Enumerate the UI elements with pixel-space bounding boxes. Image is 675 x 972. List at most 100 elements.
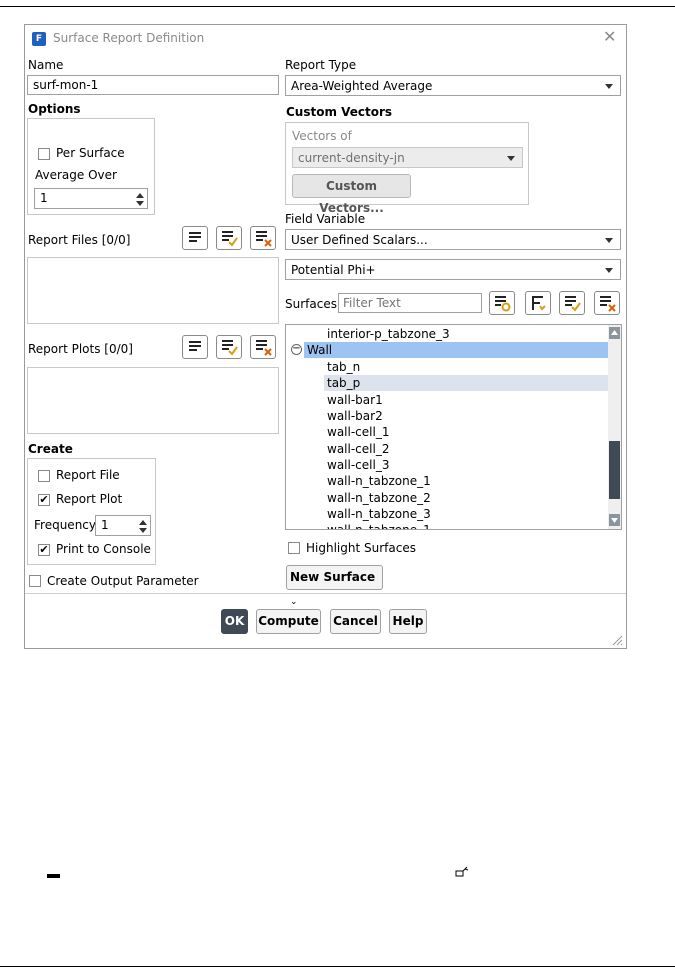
tree-item[interactable]: tab_n	[327, 359, 360, 375]
report-plots-list[interactable]	[27, 367, 279, 434]
new-surface-button[interactable]: New Surface ⌄	[286, 565, 383, 607]
report-plots-select-all-button[interactable]	[216, 335, 242, 359]
resize-grip-icon[interactable]	[611, 634, 623, 646]
surfaces-tree[interactable]: interior-p_tabzone_3 − Wall tab_n tab_p …	[285, 324, 622, 530]
tree-item[interactable]: wall-bar1	[327, 392, 383, 408]
tree-item[interactable]: wall-cell_2	[327, 441, 389, 457]
highlight-surfaces-checkbox[interactable]	[288, 542, 300, 554]
tree-item[interactable]: wall-n_tabzone_2	[327, 490, 431, 506]
selected-row-highlight	[324, 375, 608, 391]
vectors-of-label: Vectors of	[292, 129, 352, 143]
list-circle-icon	[495, 296, 511, 312]
cancel-button[interactable]: Cancel	[330, 609, 381, 634]
tree-group-wall[interactable]: Wall	[307, 342, 332, 358]
surfaces-select-all-button[interactable]	[559, 291, 585, 315]
frequency-input[interactable]: 1	[95, 515, 151, 536]
title-bar[interactable]: F Surface Report Definition ✕	[25, 25, 626, 52]
print-to-console-label: Print to Console	[56, 542, 151, 556]
select-all-icon	[565, 296, 581, 312]
create-label: Create	[28, 442, 73, 456]
spin-down-icon[interactable]	[135, 200, 145, 208]
report-file-label: Report File	[56, 468, 120, 482]
tree-item[interactable]: wall-bar2	[327, 408, 383, 424]
per-surface-checkbox[interactable]	[38, 148, 50, 160]
field-variable-category-dropdown[interactable]: User Defined Scalars...	[285, 229, 621, 250]
tree-item[interactable]: wall-cell_3	[327, 457, 389, 473]
close-icon[interactable]: ✕	[603, 28, 616, 46]
chevron-down-icon	[605, 238, 613, 243]
vectors-of-dropdown[interactable]: current-density-jn	[292, 147, 523, 168]
select-all-icon	[222, 231, 238, 247]
report-files-list-button[interactable]	[182, 226, 208, 250]
tree-item-selected[interactable]: tab_p	[327, 375, 360, 391]
tree-item[interactable]: wall-cell_1	[327, 424, 389, 440]
deselect-all-icon	[600, 296, 616, 312]
report-files-deselect-all-button[interactable]	[250, 226, 276, 250]
report-plots-deselect-all-button[interactable]	[250, 335, 276, 359]
report-type-dropdown[interactable]: Area-Weighted Average	[285, 75, 621, 96]
page-bottom-rule	[0, 966, 675, 967]
group-icon	[532, 296, 546, 311]
compute-button[interactable]: Compute	[256, 609, 321, 634]
create-output-parameter-checkbox[interactable]	[29, 575, 41, 587]
custom-vectors-group: Vectors of current-density-jn Custom Vec…	[285, 122, 529, 215]
tree-scrollbar[interactable]	[608, 325, 621, 529]
scroll-down-icon[interactable]	[609, 514, 620, 526]
name-input[interactable]: surf-mon-1	[27, 75, 279, 95]
report-plots-list-button[interactable]	[182, 335, 208, 359]
surfaces-deselect-all-button[interactable]	[594, 291, 620, 315]
report-plots-label: Report Plots [0/0]	[28, 342, 133, 356]
surfaces-list-button[interactable]	[489, 291, 515, 315]
page-mark	[47, 874, 60, 878]
report-files-select-all-button[interactable]	[216, 226, 242, 250]
field-variable-label: Field Variable	[285, 212, 366, 226]
spin-up-icon[interactable]	[135, 191, 145, 199]
scroll-thumb[interactable]	[609, 441, 620, 499]
name-label: Name	[28, 58, 64, 72]
report-files-label: Report Files [0/0]	[28, 233, 131, 247]
scroll-up-icon[interactable]	[609, 327, 620, 339]
frequency-label: Frequency	[34, 518, 96, 532]
chevron-down-icon	[605, 84, 613, 89]
report-file-checkbox[interactable]	[38, 470, 50, 482]
custom-vectors-button[interactable]: Custom Vectors...	[292, 174, 411, 215]
surfaces-group-button[interactable]	[525, 291, 551, 315]
field-variable-category-value: User Defined Scalars...	[291, 233, 428, 247]
create-output-parameter-label: Create Output Parameter	[47, 574, 199, 588]
spin-down-icon[interactable]	[138, 527, 148, 535]
average-over-value: 1	[40, 191, 48, 205]
select-all-icon	[222, 340, 238, 356]
report-plot-label: Report Plot	[56, 492, 123, 506]
tree-item[interactable]: wall-n_tabzone_3	[327, 506, 431, 522]
tree-item[interactable]: wall-n_tabzone_1	[327, 473, 431, 489]
list-icon	[189, 341, 201, 351]
options-label: Options	[28, 102, 81, 116]
surfaces-filter-input[interactable]	[338, 293, 482, 313]
list-icon	[189, 232, 201, 242]
vectors-of-value: current-density-jn	[298, 151, 405, 165]
tree-item[interactable]: interior-p_tabzone_3	[327, 326, 450, 342]
spin-up-icon[interactable]	[138, 518, 148, 526]
selected-group-highlight	[304, 342, 608, 358]
deselect-all-icon	[256, 340, 272, 356]
report-files-list[interactable]	[27, 257, 279, 324]
frequency-value: 1	[101, 518, 109, 532]
print-to-console-checkbox[interactable]: ✔	[38, 544, 50, 556]
highlight-surfaces-label: Highlight Surfaces	[306, 541, 416, 555]
help-button[interactable]: Help	[389, 609, 427, 634]
average-over-label: Average Over	[35, 168, 117, 182]
tree-item[interactable]: wall-n_tabzone_1	[327, 522, 431, 529]
report-plot-checkbox[interactable]: ✔	[38, 494, 50, 506]
window-title: Surface Report Definition	[53, 31, 205, 45]
create-group: Report File ✔ Report Plot Frequency 1 ✔ …	[27, 458, 156, 565]
field-variable-dropdown[interactable]: Potential Phi+	[285, 259, 621, 280]
ok-button[interactable]: OK	[221, 609, 248, 634]
collapse-icon[interactable]: −	[291, 344, 302, 355]
field-variable-value: Potential Phi+	[291, 263, 376, 277]
dropdown-arrow-icon: ⌄	[290, 597, 298, 607]
options-group: Per Surface Average Over 1	[27, 118, 155, 215]
page-top-rule	[0, 6, 675, 7]
per-surface-label: Per Surface	[56, 146, 125, 160]
average-over-input[interactable]: 1	[34, 188, 148, 209]
custom-vectors-label: Custom Vectors	[286, 105, 393, 119]
